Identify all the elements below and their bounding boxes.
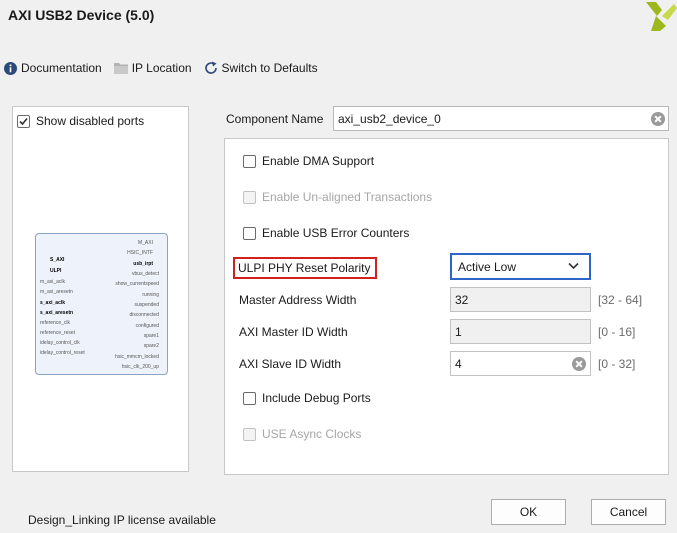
debug-ports-box[interactable]	[243, 391, 256, 405]
ip-location-label: IP Location	[131, 61, 192, 75]
ip-symbol-panel: Show disabled ports M_AXI HSIC_INTF usb_…	[12, 106, 189, 472]
pin-configured: configured	[135, 323, 159, 329]
unaligned-box	[243, 190, 256, 204]
usb-error-box[interactable]	[243, 226, 256, 240]
slave-id-value: 4	[455, 356, 462, 371]
component-name-field[interactable]	[333, 106, 669, 131]
enable-dma-label: Enable DMA Support	[262, 154, 375, 168]
ulpi-reset-select[interactable]: Active Low	[450, 253, 591, 280]
pin-s-axi: S_AXI	[50, 257, 65, 263]
license-status: Design_Linking IP license available	[28, 513, 216, 527]
pin-vbus-detect: vbus_detect	[132, 271, 159, 277]
debug-ports-checkbox[interactable]: Include Debug Ports	[243, 391, 371, 405]
window-title: AXI USB2 Device (5.0)	[8, 7, 155, 23]
pin-spare1: spare1	[143, 333, 159, 339]
master-id-value: 1	[455, 324, 462, 339]
enable-dma-box[interactable]	[243, 154, 256, 168]
documentation-button[interactable]: Documentation	[4, 61, 102, 75]
pin-idelay-control-reset: idelay_control_reset	[40, 350, 85, 356]
usb-error-checkbox[interactable]: Enable USB Error Counters	[243, 226, 409, 240]
enable-dma-checkbox[interactable]: Enable DMA Support	[243, 154, 374, 168]
master-id-range: [0 - 16]	[598, 325, 636, 339]
chevron-down-icon	[568, 262, 579, 270]
clear-icon[interactable]	[651, 112, 665, 126]
unaligned-label: Enable Un-aligned Transactions	[262, 190, 433, 204]
master-addr-field: 32	[450, 287, 591, 312]
pin-s-axi-aresetn: s_axi_aresetn	[40, 310, 74, 316]
pin-m-axi-aresetn: m_axi_aresetn	[40, 289, 73, 295]
async-clocks-box	[243, 427, 256, 441]
show-disabled-ports-checkbox[interactable]: Show disabled ports	[17, 114, 144, 128]
slave-id-range: [0 - 32]	[598, 357, 636, 371]
ok-button[interactable]: OK	[491, 499, 566, 525]
pin-m-axi: M_AXI	[137, 240, 153, 246]
pin-reference-reset: reference_reset	[40, 330, 76, 336]
master-id-field: 1	[450, 319, 591, 344]
ulpi-reset-label: ULPI PHY Reset Polarity	[233, 257, 377, 279]
master-addr-range: [32 - 64]	[598, 293, 643, 307]
unaligned-checkbox: Enable Un-aligned Transactions	[243, 190, 432, 204]
master-addr-label: Master Address Width	[239, 293, 357, 307]
pin-idelay-control-clk: idelay_control_clk	[40, 340, 80, 346]
folder-icon	[113, 63, 128, 74]
xilinx-logo	[646, 2, 677, 31]
pin-running: running	[142, 292, 159, 298]
pin-show-currentspeed: show_currentspeed	[115, 281, 159, 287]
pin-s-axi-aclk: s_axi_aclk	[40, 300, 66, 306]
pin-reference-clk: reference_clk	[40, 320, 71, 326]
pin-ulpi: ULPI	[50, 268, 62, 274]
pin-spare2: spare2	[143, 343, 159, 349]
show-disabled-ports-box[interactable]	[17, 114, 30, 128]
async-clocks-checkbox: USE Async Clocks	[243, 427, 361, 441]
debug-ports-label: Include Debug Ports	[262, 391, 371, 405]
pin-usb-irpt: usb_irpt	[133, 261, 153, 267]
show-disabled-ports-label: Show disabled ports	[36, 114, 145, 128]
master-id-label: AXI Master ID Width	[239, 325, 348, 339]
pin-m-axi-aclk: m_axi_aclk	[40, 279, 66, 285]
master-addr-value: 32	[455, 292, 469, 307]
component-name-label: Component Name	[226, 112, 324, 126]
checkmark-icon	[19, 117, 28, 125]
pin-suspended: suspended	[134, 302, 159, 308]
switch-to-defaults-label: Switch to Defaults	[221, 61, 318, 75]
ulpi-reset-value: Active Low	[458, 259, 517, 274]
slave-id-label: AXI Slave ID Width	[239, 357, 342, 371]
ip-location-button[interactable]: IP Location	[113, 61, 192, 75]
pin-disconnected: disconnected	[129, 312, 159, 318]
cancel-button[interactable]: Cancel	[591, 499, 666, 525]
refresh-icon	[204, 61, 217, 74]
toolbar: Documentation IP Location Switch to Defa…	[4, 59, 330, 77]
ip-symbol-block: M_AXI HSIC_INTF usb_irpt vbus_detect sho…	[35, 233, 168, 375]
slave-id-field[interactable]: 4	[450, 351, 591, 376]
async-clocks-label: USE Async Clocks	[262, 427, 362, 441]
component-name-input[interactable]	[334, 107, 634, 130]
pin-hsic-clk-200-up: hsic_clk_200_up	[121, 364, 159, 370]
documentation-label: Documentation	[21, 61, 102, 75]
usb-error-label: Enable USB Error Counters	[262, 226, 410, 240]
info-icon	[4, 61, 17, 75]
pin-hsic-mmcm-locked: hsic_mmcm_locked	[115, 354, 159, 360]
clear-icon[interactable]	[572, 357, 586, 371]
pin-hsic-intf: HSIC_INTF	[127, 250, 153, 256]
switch-to-defaults-button[interactable]: Switch to Defaults	[204, 61, 318, 75]
